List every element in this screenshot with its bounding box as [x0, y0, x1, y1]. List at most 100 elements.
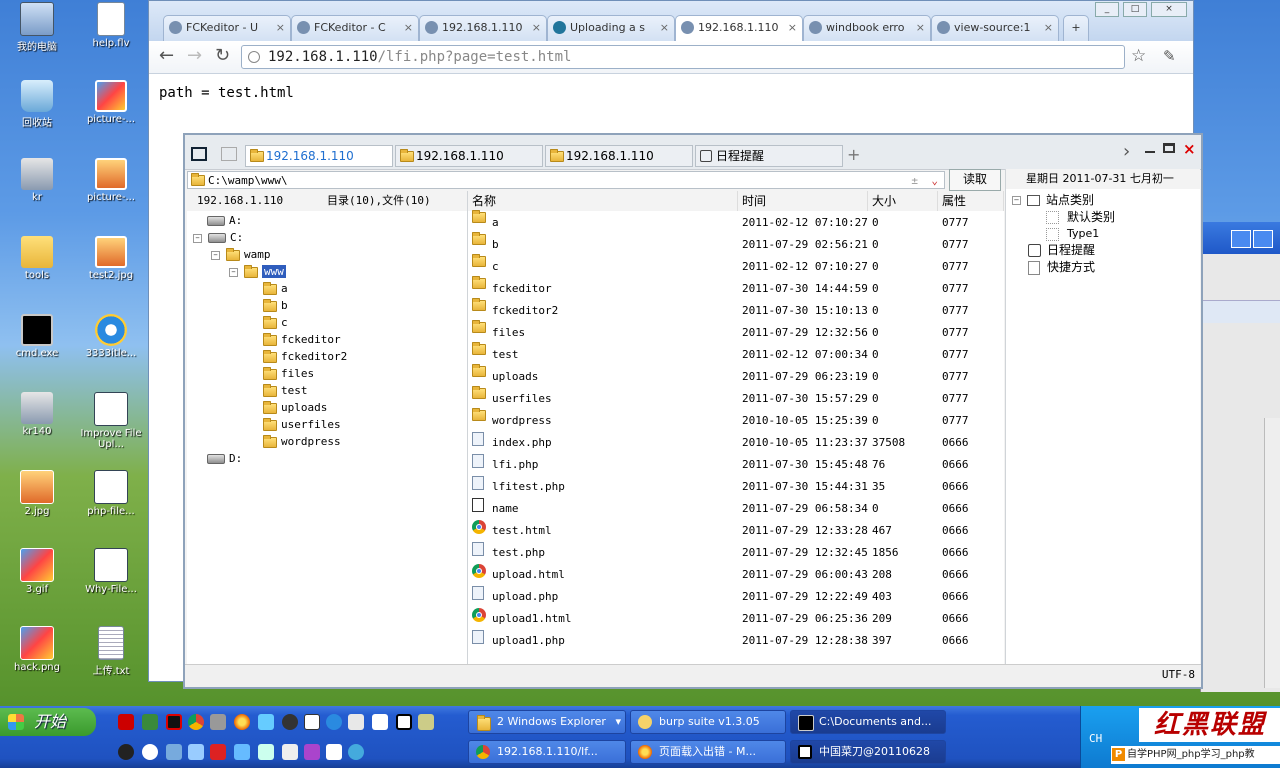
- app-icon[interactable]: [326, 744, 342, 760]
- close-icon[interactable]: ×: [660, 16, 669, 40]
- app-icon[interactable]: [282, 714, 298, 730]
- side-node-schedule[interactable]: 日程提醒: [1028, 243, 1095, 257]
- tree-node-drive-c[interactable]: − C:: [193, 231, 243, 245]
- tree-node-folder[interactable]: fckeditor: [263, 332, 341, 347]
- close-icon[interactable]: ×: [916, 16, 925, 40]
- app-icon[interactable]: [282, 744, 298, 760]
- desktop-icon-kr140[interactable]: kr140: [0, 392, 74, 437]
- desktop-icon-2jpg[interactable]: 2.jpg: [0, 470, 74, 517]
- app-icon[interactable]: [258, 714, 274, 730]
- side-node-shortcut[interactable]: 快捷方式: [1028, 260, 1095, 275]
- file-row[interactable]: upload.html 2011-07-29 06:00:43 208 0666: [468, 564, 1004, 586]
- chevron-right-icon[interactable]: ›: [1123, 141, 1130, 162]
- desktop-icon-why-file[interactable]: Why-File...: [74, 548, 148, 595]
- file-row[interactable]: test.html 2011-07-29 12:33:28 467 0666: [468, 520, 1004, 542]
- side-node-default-category[interactable]: 默认类别: [1046, 210, 1115, 224]
- fm-tab[interactable]: 192.168.1.110: [395, 145, 543, 167]
- desktop-icon-tools[interactable]: tools: [0, 236, 74, 281]
- side-node-site-category[interactable]: − 站点类别: [1012, 193, 1094, 207]
- file-row[interactable]: c 2011-02-12 07:10:27 0 0777: [468, 254, 1004, 278]
- desktop-icon-test2jpg[interactable]: test2.jpg: [74, 236, 148, 281]
- column-header-time[interactable]: 时间: [738, 191, 868, 211]
- app-icon[interactable]: [234, 744, 250, 760]
- desktop-icon-picture2[interactable]: picture-...: [74, 158, 148, 203]
- tree-node-folder[interactable]: c: [263, 315, 288, 330]
- desktop-icon-my-computer[interactable]: 我的电脑: [0, 2, 74, 53]
- desktop-icon-upload-txt[interactable]: 上传.txt: [74, 626, 148, 677]
- scrollbar[interactable]: [1264, 418, 1280, 688]
- fm-tab-schedule[interactable]: 日程提醒: [695, 145, 843, 167]
- maximize-icon[interactable]: [1163, 143, 1175, 153]
- desktop-icon-picture1[interactable]: picture-...: [74, 80, 148, 125]
- collapse-icon[interactable]: −: [193, 233, 202, 243]
- side-node-type1[interactable]: Type1: [1046, 227, 1099, 241]
- start-button[interactable]: 开始: [0, 708, 96, 736]
- desktop-icon-helpflv[interactable]: help.flv: [74, 2, 148, 49]
- app-icon[interactable]: [210, 744, 226, 760]
- column-header-size[interactable]: 大小: [868, 191, 938, 211]
- file-row[interactable]: a 2011-02-12 07:10:27 0 0777: [468, 210, 1004, 234]
- desktop-icon-hackpng[interactable]: hack.png: [0, 626, 74, 673]
- close-icon[interactable]: ×: [1044, 16, 1053, 40]
- tree-node-folder[interactable]: userfiles: [263, 417, 341, 432]
- taskbar-button-burp[interactable]: burp suite v1.3.05: [630, 710, 786, 734]
- desktop-icon-php-file[interactable]: php-file...: [74, 470, 148, 517]
- close-icon[interactable]: ×: [788, 16, 797, 40]
- collapse-icon[interactable]: −: [211, 250, 220, 260]
- browser-tab[interactable]: 192.168.1.110 ×: [419, 15, 547, 41]
- file-row[interactable]: upload.php 2011-07-29 12:22:49 403 0666: [468, 586, 1004, 608]
- reload-button[interactable]: ↻: [215, 47, 230, 65]
- app-icon[interactable]: [142, 714, 158, 730]
- app-icon[interactable]: [188, 744, 204, 760]
- app-icon[interactable]: [304, 714, 320, 730]
- file-row[interactable]: b 2011-07-29 02:56:21 0 0777: [468, 232, 1004, 256]
- file-row[interactable]: lfitest.php 2011-07-30 15:44:31 35 0666: [468, 476, 1004, 498]
- address-bar[interactable]: 192.168.1.110/lfi.php?page=test.html: [241, 45, 1125, 69]
- close-window-button[interactable]: ×: [1151, 2, 1187, 17]
- browser-tab[interactable]: FCKeditor - U ×: [163, 15, 291, 41]
- desktop-icon-improve-file-upload[interactable]: Improve File Upl...: [74, 392, 148, 450]
- chrome-icon[interactable]: [188, 714, 204, 730]
- desktop-icon-3333itle[interactable]: 3333itle...: [74, 314, 148, 359]
- taskbar-button-chrome[interactable]: 192.168.1.110/lf...: [468, 740, 626, 764]
- browser-tab[interactable]: FCKeditor - C ×: [291, 15, 419, 41]
- tree-node-folder[interactable]: test: [263, 383, 308, 398]
- browser-tab[interactable]: view-source:1 ×: [931, 15, 1059, 41]
- fm-tab[interactable]: 192.168.1.110: [545, 145, 693, 167]
- file-row[interactable]: index.php 2010-10-05 11:23:37 37508 0666: [468, 432, 1004, 454]
- app-icon[interactable]: [348, 714, 364, 730]
- minimize-icon[interactable]: [1145, 151, 1155, 153]
- tree-node-folder[interactable]: fckeditor2: [263, 349, 347, 364]
- back-button[interactable]: ←: [159, 47, 174, 65]
- wrench-icon[interactable]: ✎: [1163, 47, 1176, 65]
- app-icon[interactable]: [118, 714, 134, 730]
- tree-node-folder[interactable]: b: [263, 298, 288, 313]
- column-header-name[interactable]: 名称: [468, 191, 738, 211]
- fm-tab[interactable]: 192.168.1.110: [245, 145, 393, 167]
- close-icon[interactable]: ×: [532, 16, 541, 40]
- chevron-down-icon[interactable]: ⌄: [931, 172, 938, 189]
- file-row[interactable]: fckeditor2 2011-07-30 15:10:13 0 0777: [468, 298, 1004, 322]
- file-row[interactable]: test 2011-02-12 07:00:34 0 0777: [468, 342, 1004, 366]
- collapse-icon[interactable]: −: [1012, 196, 1021, 205]
- plus-minus-icon[interactable]: ±: [911, 172, 918, 189]
- path-input[interactable]: C:\wamp\www\ ± ⌄: [187, 171, 945, 189]
- firefox-icon[interactable]: [234, 714, 250, 730]
- file-row[interactable]: uploads 2011-07-29 06:23:19 0 0777: [468, 364, 1004, 388]
- new-tab-button[interactable]: +: [1063, 15, 1089, 41]
- ie-icon[interactable]: [348, 744, 364, 760]
- file-row[interactable]: files 2011-07-29 12:32:56 0 0777: [468, 320, 1004, 344]
- taskbar-button-explorer[interactable]: 2 Windows Explorer ▾: [468, 710, 626, 734]
- app-icon[interactable]: [142, 744, 158, 760]
- desktop-icon-cmd[interactable]: cmd.exe: [0, 314, 74, 359]
- tree-node-drive-d[interactable]: D:: [207, 452, 242, 466]
- taskbar-button-firefox[interactable]: 页面载入出错 - M...: [630, 740, 786, 764]
- app-icon[interactable]: [304, 744, 320, 760]
- file-row[interactable]: lfi.php 2011-07-30 15:45:48 76 0666: [468, 454, 1004, 476]
- desktop-icon-recycle-bin[interactable]: 回收站: [0, 80, 74, 129]
- panel-toggle-icon[interactable]: [191, 147, 207, 161]
- app-icon[interactable]: [418, 714, 434, 730]
- maximize-button[interactable]: □: [1123, 2, 1147, 17]
- file-row[interactable]: wordpress 2010-10-05 15:25:39 0 0777: [468, 408, 1004, 432]
- file-row[interactable]: fckeditor 2011-07-30 14:44:59 0 0777: [468, 276, 1004, 300]
